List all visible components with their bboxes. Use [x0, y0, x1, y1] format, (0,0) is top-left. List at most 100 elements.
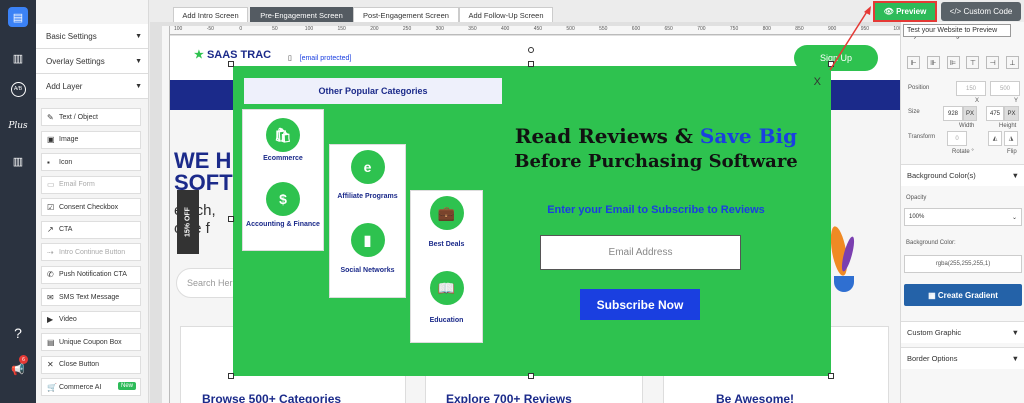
align-bottom-icon[interactable]: ⊥	[1005, 56, 1019, 69]
popup-headline[interactable]: Read Reviews & Save Big Before Purchasin…	[486, 123, 826, 175]
flip-horizontal-icon[interactable]: ◭	[988, 131, 1002, 146]
text-icon: ✎	[47, 112, 54, 122]
align-left-icon[interactable]: ⊩	[907, 56, 920, 69]
layer-item[interactable]: ✉ SMS Text Message	[41, 288, 141, 306]
ruler-tick: 450	[533, 26, 543, 32]
email-input[interactable]: Email Address	[540, 235, 741, 270]
align-top-icon[interactable]: ⊤	[966, 56, 980, 69]
create-gradient-button[interactable]: ▦ Create Gradient	[904, 284, 1022, 306]
help-icon[interactable]: ?	[8, 323, 28, 343]
ruler-tick: 350	[468, 26, 477, 32]
close-icon: ✕	[47, 360, 54, 369]
library-icon[interactable]: ▥	[8, 48, 28, 68]
layer-item[interactable]: ✎ Text / Object	[41, 108, 141, 126]
tab-post-engagement-screen[interactable]: Post-Engagement Screen	[353, 7, 459, 23]
ab-test-icon[interactable]: A/B	[8, 79, 28, 99]
background-colors-section[interactable]: Background Color(s) ▼	[901, 164, 1024, 186]
position-y-input[interactable]: 500	[990, 81, 1020, 96]
layer-item-label: Push Notification CTA	[59, 271, 127, 278]
width-unit[interactable]: PX	[963, 106, 977, 121]
align-right-icon[interactable]: ⊫	[946, 56, 960, 69]
overlay-settings-dropdown[interactable]: Overlay Settings ▼	[36, 49, 148, 74]
category-card[interactable]: 💼 Best Deals 📖 Education	[410, 190, 483, 343]
megaphone-icon[interactable]: 📢 6	[8, 355, 28, 379]
resize-handle[interactable]	[528, 61, 534, 67]
continue-icon: ⇢	[47, 247, 54, 257]
height-unit[interactable]: PX	[1004, 106, 1019, 121]
preview-label: Preview	[896, 7, 927, 16]
category-label: Best Deals	[428, 241, 465, 248]
resize-handle[interactable]	[528, 373, 534, 379]
layer-item[interactable]: ↗ CTA	[41, 220, 141, 239]
subscribe-button[interactable]: Subscribe Now	[580, 289, 700, 320]
ruler-tick: 650	[664, 26, 673, 32]
category-card[interactable]: 🛍 Ecommerce $ Accounting & Finance	[242, 109, 324, 251]
layer-item[interactable]: ✕ Close Button	[41, 355, 141, 374]
red-arrow-annotation	[829, 6, 871, 71]
shopping-bag-icon: 🛍	[266, 118, 300, 152]
chevron-down-icon: ⌄	[1011, 214, 1017, 221]
position-x-input[interactable]: 150	[956, 81, 986, 96]
layer-item[interactable]: ▣ Image	[41, 130, 141, 149]
popup-subheading[interactable]: Enter your Email to Subscribe to Reviews	[486, 204, 826, 216]
resize-handle[interactable]	[828, 373, 834, 379]
layer-item-label: Video	[59, 316, 77, 323]
category-label: Ecommerce	[263, 155, 303, 162]
tab-add-follow-up-screen[interactable]: Add Follow-Up Screen	[459, 7, 553, 23]
popup-close-button[interactable]: X	[814, 76, 821, 88]
custom-code-button[interactable]: </> Custom Code	[941, 2, 1021, 21]
section-label: Custom Graphic	[907, 328, 962, 337]
layer-item[interactable]: ☑ Consent Checkbox	[41, 198, 141, 216]
popup-container[interactable]: X Other Popular Categories 🛍 Ecommerce $…	[233, 66, 831, 376]
resize-handle[interactable]	[228, 373, 234, 379]
affiliate-icon: e	[350, 150, 385, 184]
layer-item[interactable]: ▪ Icon	[41, 153, 141, 171]
opacity-select[interactable]: 100% ⌄	[904, 208, 1022, 226]
category-card[interactable]: e Affiliate Programs ▮ Social Networks	[329, 144, 406, 298]
custom-graphic-section[interactable]: Custom Graphic ▼	[901, 321, 1024, 343]
align-toolbar: ⊩ ⊪ ⊫ ⊤ ⊣ ⊥	[907, 56, 1019, 69]
layer-item-label: Commerce AI	[59, 383, 102, 391]
layer-item[interactable]: ✆ Push Notification CTA	[41, 265, 141, 284]
layer-item[interactable]: ▭ Email Form	[41, 175, 141, 194]
layer-item[interactable]: 🛒 Commerce AI New	[41, 378, 141, 396]
categories-header[interactable]: Other Popular Categories	[244, 78, 502, 104]
site-logo: ★ SAAS TRAC	[194, 48, 271, 61]
align-center-icon[interactable]: ⊪	[926, 56, 940, 69]
layer-item-label: Email Form	[59, 181, 95, 188]
layer-item[interactable]: ⇢ Intro Continue Button	[41, 243, 141, 261]
plus-icon[interactable]: Plus	[8, 116, 28, 136]
basic-settings-dropdown[interactable]: Basic Settings ▼	[36, 24, 148, 49]
layer-item[interactable]: ▤ Unique Coupon Box	[41, 333, 141, 351]
app-logo-icon[interactable]: ▤	[8, 7, 28, 27]
ruler-tick: 200	[370, 26, 379, 32]
sms-icon: ✉	[47, 292, 54, 302]
section-label: Border Options	[907, 354, 958, 363]
bg-color-input[interactable]: rgba(255,255,255,1)	[904, 255, 1022, 273]
site-email-text: [email protected]	[299, 55, 352, 62]
tab-pre-engagement-screen[interactable]: Pre-Engagement Screen	[250, 7, 353, 23]
preview-button[interactable]: 👁 Preview	[873, 1, 937, 22]
new-badge: New	[117, 382, 136, 390]
resize-handle[interactable]	[228, 61, 234, 67]
height-input[interactable]: 475	[986, 106, 1004, 121]
rotate-label: Rotate °	[952, 149, 974, 155]
border-options-section[interactable]: Border Options ▼	[901, 347, 1024, 369]
flip-vertical-icon[interactable]: ◮	[1004, 131, 1018, 146]
width-input[interactable]: 928	[943, 106, 963, 121]
align-middle-icon[interactable]: ⊣	[986, 56, 1000, 69]
tab-add-intro-screen[interactable]: Add Intro Screen	[173, 7, 248, 23]
add-layer-dropdown[interactable]: Add Layer ▼	[36, 74, 148, 99]
rotate-handle[interactable]	[528, 47, 534, 53]
layer-item[interactable]: ▶ Video	[41, 310, 141, 329]
layer-item-label: Consent Checkbox	[59, 203, 119, 211]
vertical-ruler	[162, 26, 170, 403]
ruler-tick: 300	[435, 26, 444, 32]
cta-icon: ↗	[47, 225, 54, 234]
custom-code-label: Custom Code	[963, 7, 1013, 16]
rotate-input[interactable]: 0	[947, 131, 967, 146]
resize-handle[interactable]	[228, 216, 234, 222]
ruler-tick: 500	[566, 26, 575, 32]
analytics-icon[interactable]: ▥	[8, 151, 28, 171]
caret-down-icon: ▼	[135, 82, 142, 90]
